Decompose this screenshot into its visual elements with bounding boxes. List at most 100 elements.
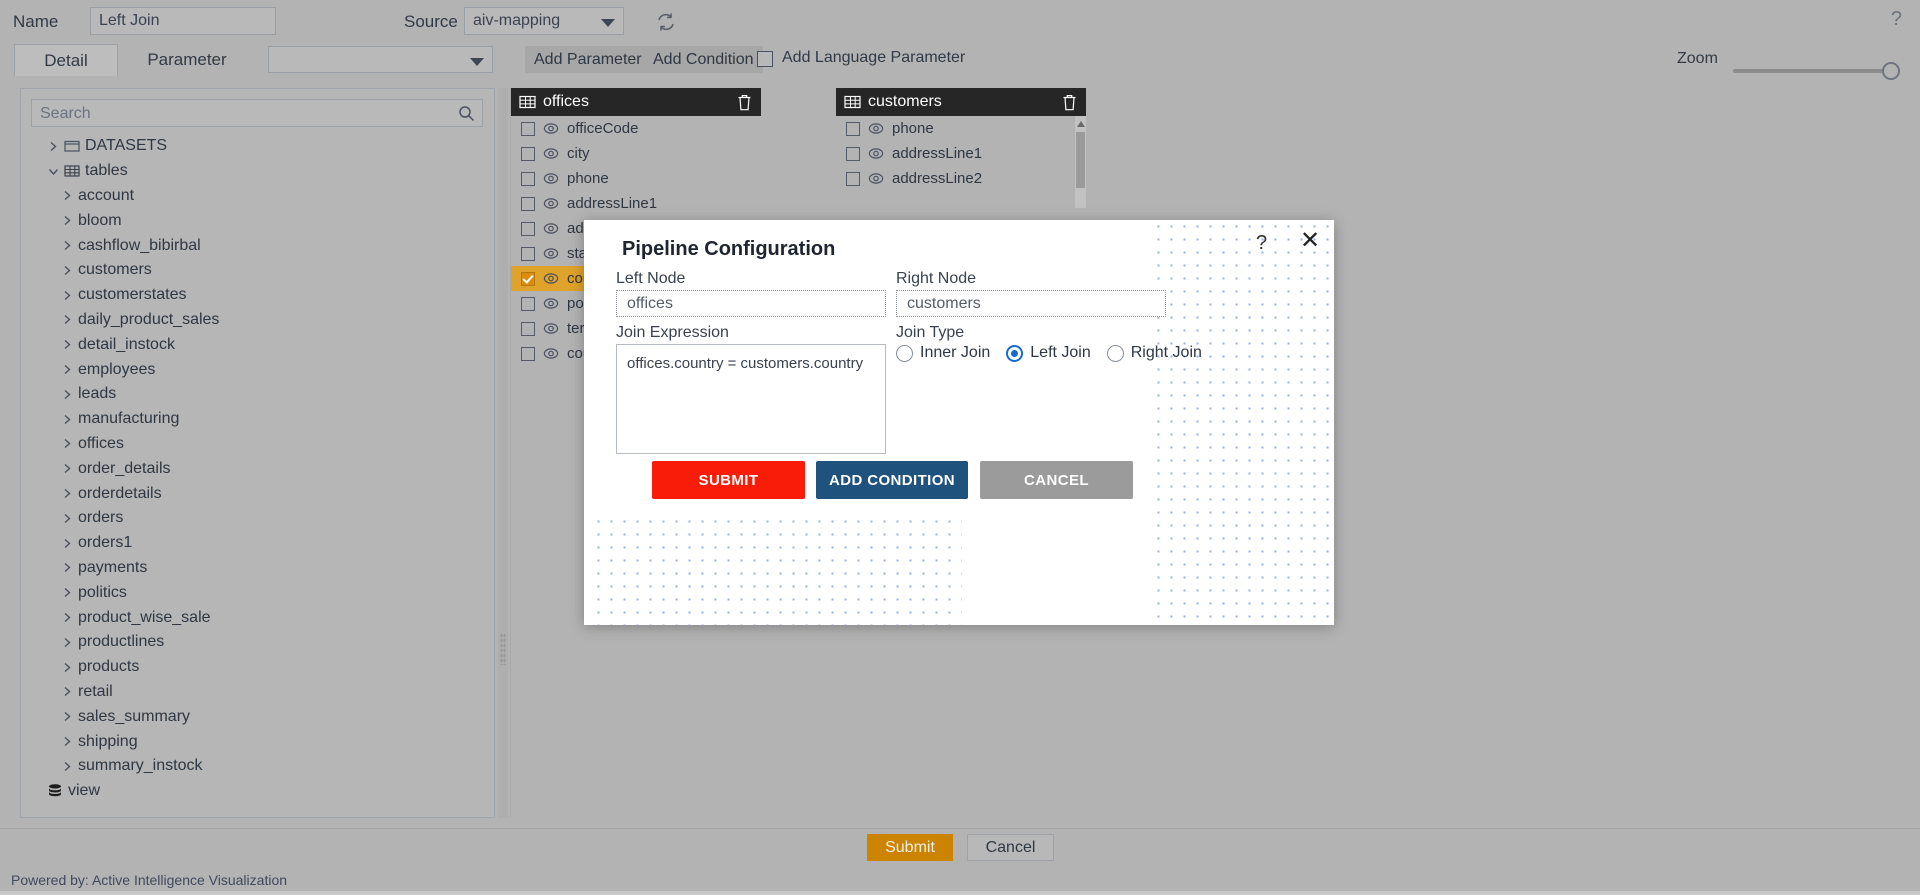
tree-item-customerstates[interactable]: customerstates — [31, 283, 487, 308]
column-checkbox[interactable] — [521, 271, 535, 286]
column-checkbox[interactable] — [521, 146, 535, 161]
tree-item-shipping[interactable]: shipping — [31, 729, 487, 754]
tree-item-summary_instock[interactable]: summary_instock — [31, 754, 487, 779]
search-box[interactable] — [31, 99, 483, 128]
eye-icon — [543, 248, 559, 259]
tree-item-orderdetails[interactable]: orderdetails — [31, 481, 487, 506]
tab-detail[interactable]: Detail — [14, 44, 118, 76]
node-header[interactable]: customers — [836, 88, 1086, 116]
panel-splitter[interactable] — [498, 88, 508, 818]
tree-item-view[interactable]: view — [31, 779, 487, 804]
node-header[interactable]: offices — [511, 88, 761, 116]
left-node-input[interactable] — [616, 290, 886, 317]
dialog-submit-button[interactable]: SUBMIT — [652, 461, 805, 499]
zoom-slider-track[interactable] — [1733, 69, 1890, 73]
tree-item-retail[interactable]: retail — [31, 680, 487, 705]
dataset-tree: DATASETS tables account bloom cashflow_bibir… — [31, 134, 487, 804]
tree-item-sales_summary[interactable]: sales_summary — [31, 704, 487, 729]
name-input[interactable] — [90, 7, 276, 35]
join-type-radio-left-join[interactable] — [1006, 344, 1024, 362]
tree-item-bloom[interactable]: bloom — [31, 208, 487, 233]
column-checkbox[interactable] — [521, 321, 535, 336]
column-checkbox[interactable] — [846, 171, 860, 186]
tree-item-payments[interactable]: payments — [31, 556, 487, 581]
column-checkbox[interactable] — [521, 246, 535, 261]
tab-parameter[interactable]: Parameter — [132, 44, 242, 76]
source-select[interactable]: aiv-mapping — [464, 7, 624, 35]
add-condition-button[interactable]: Add Condition — [644, 46, 763, 73]
column-row[interactable]: addressLine2 — [836, 166, 1086, 191]
tree-item-account[interactable]: account — [31, 184, 487, 209]
column-row[interactable]: phone — [836, 116, 1086, 141]
tree-item-label: payments — [78, 558, 148, 576]
add-parameter-button[interactable]: Add Parameter — [525, 46, 651, 73]
column-name: officeCode — [567, 120, 639, 137]
column-checkbox[interactable] — [521, 296, 535, 311]
refresh-icon[interactable] — [655, 11, 677, 33]
tree-item-products[interactable]: products — [31, 655, 487, 680]
tree-item-label: orders1 — [78, 534, 133, 552]
column-row[interactable]: addressLine1 — [836, 141, 1086, 166]
chevron-right-icon — [64, 315, 71, 325]
chevron-right-icon — [64, 761, 71, 771]
submit-button[interactable]: Submit — [867, 834, 953, 861]
node-scrollbar[interactable] — [1075, 116, 1086, 208]
help-icon[interactable]: ? — [1891, 8, 1902, 31]
scroll-up-arrow[interactable] — [1076, 121, 1085, 127]
dialog-add-condition-button[interactable]: ADD CONDITION — [816, 461, 968, 499]
right-node-input[interactable] — [896, 290, 1166, 317]
app-root: Name Source aiv-mapping ? Detail Paramet… — [0, 0, 1920, 895]
zoom-slider-thumb[interactable] — [1882, 62, 1900, 80]
search-input[interactable] — [32, 100, 452, 128]
tree-item-daily_product_sales[interactable]: daily_product_sales — [31, 308, 487, 333]
tree-item-label: productlines — [78, 633, 165, 651]
column-checkbox[interactable] — [521, 346, 535, 361]
column-checkbox[interactable] — [521, 221, 535, 236]
column-checkbox[interactable] — [846, 146, 860, 161]
scrollbar-thumb[interactable] — [1076, 132, 1085, 188]
tree-item-detail_instock[interactable]: detail_instock — [31, 332, 487, 357]
column-checkbox[interactable] — [846, 121, 860, 136]
chevron-right-icon — [64, 340, 71, 350]
search-icon[interactable] — [458, 105, 475, 122]
column-row[interactable]: officeCode — [511, 116, 761, 141]
close-icon[interactable]: ✕ — [1300, 229, 1320, 253]
join-type-radio-right-join[interactable] — [1106, 344, 1124, 362]
tree-item-orders1[interactable]: orders1 — [31, 531, 487, 556]
tree-item-product_wise_sale[interactable]: product_wise_sale — [31, 605, 487, 630]
dialog-help-icon[interactable]: ? — [1256, 232, 1267, 255]
tree-item-manufacturing[interactable]: manufacturing — [31, 407, 487, 432]
tree-item-cashflow_bibirbal[interactable]: cashflow_bibirbal — [31, 233, 487, 258]
pipeline-node-customers[interactable]: customers phone addressLine1 addressLine2 — [836, 88, 1086, 208]
tree-item-productlines[interactable]: productlines — [31, 630, 487, 655]
eye-icon — [543, 323, 559, 334]
add-language-parameter-checkbox[interactable] — [757, 51, 773, 67]
tree-item-order_details[interactable]: order_details — [31, 456, 487, 481]
taskbar — [0, 891, 1920, 895]
join-expression-textarea[interactable]: offices.country = customers.country — [616, 344, 886, 454]
tree-item-leads[interactable]: leads — [31, 382, 487, 407]
tree-item-customers[interactable]: customers — [31, 258, 487, 283]
pipeline-configuration-dialog: Pipeline Configuration ? ✕ Left Node Rig… — [584, 220, 1334, 625]
join-expression-label: Join Expression — [616, 324, 729, 341]
column-row[interactable]: phone — [511, 166, 761, 191]
column-row[interactable]: city — [511, 141, 761, 166]
column-checkbox[interactable] — [521, 196, 535, 211]
tree-item-offices[interactable]: offices — [31, 432, 487, 457]
chevron-right-icon — [64, 662, 71, 672]
join-type-radio-inner-join[interactable] — [896, 344, 913, 362]
column-row[interactable]: addressLine1 — [511, 191, 761, 216]
cancel-button[interactable]: Cancel — [967, 834, 1054, 861]
tree-item-orders[interactable]: orders — [31, 506, 487, 531]
tree-item-politics[interactable]: politics — [31, 580, 487, 605]
chevron-right-icon — [64, 712, 71, 722]
column-checkbox[interactable] — [521, 171, 535, 186]
join-type-label-left-join: Left Join — [1030, 344, 1091, 361]
column-checkbox[interactable] — [521, 121, 535, 136]
parameter-select[interactable] — [268, 46, 493, 73]
tree-item-employees[interactable]: employees — [31, 357, 487, 382]
tree-item-tables[interactable]: tables — [31, 159, 487, 184]
dialog-cancel-button[interactable]: CANCEL — [980, 461, 1133, 499]
table-icon — [519, 95, 536, 108]
tree-item-datasets[interactable]: DATASETS — [31, 134, 487, 159]
